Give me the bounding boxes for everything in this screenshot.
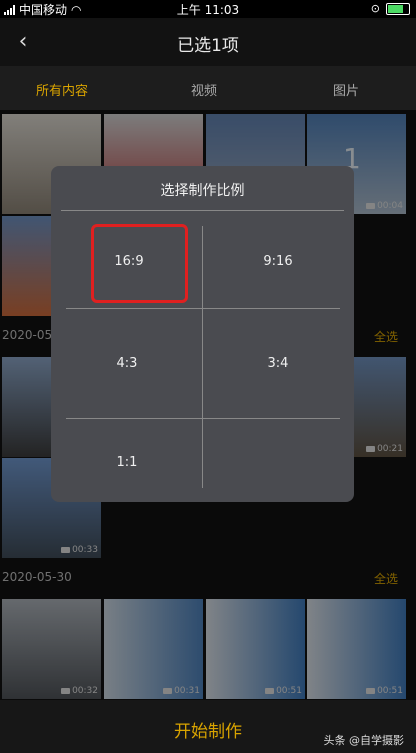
watermark: 头条 @自学摄影 xyxy=(323,734,405,747)
tab-photos[interactable]: 图片 xyxy=(333,80,359,99)
tab-videos[interactable]: 视频 xyxy=(191,80,217,99)
tab-all-content[interactable]: 所有内容 xyxy=(36,80,88,99)
orientation-lock-icon: ⊙ xyxy=(370,2,380,15)
divider xyxy=(66,418,340,419)
ratio-option-4-3[interactable]: 4:3 xyxy=(57,356,197,371)
aspect-ratio-dialog: 选择制作比例 16:9 9:16 4:3 3:4 1:1 xyxy=(51,166,354,502)
battery-icon xyxy=(386,2,410,15)
dialog-title: 选择制作比例 xyxy=(160,183,245,199)
divider xyxy=(61,210,344,211)
ratio-option-3-4[interactable]: 3:4 xyxy=(208,356,348,371)
divider xyxy=(66,308,340,309)
ratio-option-1-1[interactable]: 1:1 xyxy=(57,455,197,470)
selection-highlight xyxy=(91,224,188,303)
bottom-bar: 开始制作 头条 @自学摄影 xyxy=(0,700,416,753)
divider xyxy=(202,226,203,488)
status-bar: 中国移动 ◠ 上午 11:03 ⊙ xyxy=(0,0,416,18)
page-title: 已选1项 xyxy=(177,36,239,56)
filter-tabs: 所有内容 视频 图片 xyxy=(0,66,416,110)
navigation-bar: ‹ 已选1项 xyxy=(0,18,416,66)
status-right: ⊙ xyxy=(371,2,410,15)
ratio-option-9-16[interactable]: 9:16 xyxy=(208,254,348,269)
status-time: 上午 11:03 xyxy=(176,3,240,17)
